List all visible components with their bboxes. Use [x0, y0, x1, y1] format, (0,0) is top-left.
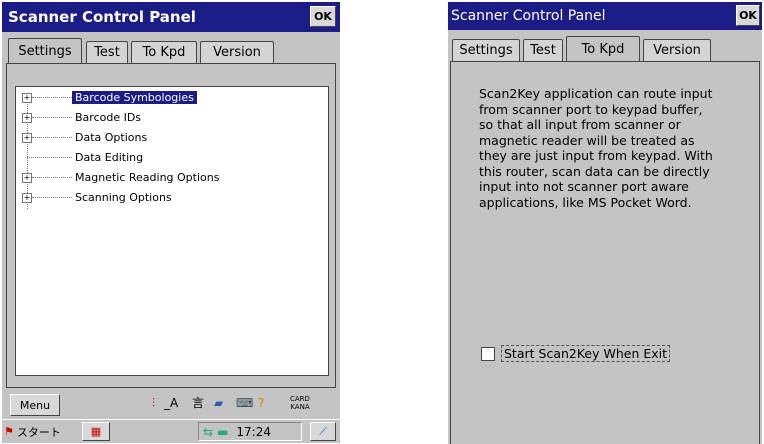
- scan2key-description: Scan2Key application can route input fro…: [479, 86, 713, 210]
- right-window-title: Scanner Control Panel: [451, 8, 606, 24]
- card-kana-indicator[interactable]: CARD KANA: [290, 395, 310, 411]
- tree-item-label: Data Editing: [75, 151, 144, 164]
- tree-item-magnetic-reading-options[interactable]: + Magnetic Reading Options: [16, 169, 326, 186]
- right-to-kpd-panel: Scan2Key application can route input fro…: [450, 61, 760, 444]
- connection-icon[interactable]: ⇆: [203, 425, 213, 439]
- expand-icon[interactable]: +: [22, 133, 32, 143]
- system-tray: ⇆ ▬ 17:24: [198, 422, 302, 441]
- left-tab-version[interactable]: Version: [200, 41, 274, 63]
- left-tab-to-kpd[interactable]: To Kpd: [131, 41, 197, 63]
- start-scan2key-checkbox[interactable]: [481, 347, 495, 361]
- tree-item-scanning-options[interactable]: + Scanning Options: [16, 189, 326, 206]
- command-bar: Menu ⫶ _A ⾔ ▰ ⌨ ? CARD KANA: [2, 392, 340, 418]
- settings-tree[interactable]: + Barcode Symbologies + Barcode IDs + Da…: [15, 86, 329, 376]
- tree-item-label: Magnetic Reading Options: [75, 171, 220, 184]
- left-scanner-window: Scanner Control Panel OK Settings Test T…: [2, 2, 340, 443]
- keyboard-icon[interactable]: ⌨: [236, 397, 253, 409]
- tree-item-label: Barcode Symbologies: [72, 91, 197, 104]
- right-tab-test[interactable]: Test: [523, 39, 563, 61]
- memo-icon[interactable]: ▰: [214, 397, 223, 409]
- left-ok-button[interactable]: OK: [310, 6, 336, 27]
- right-tab-to-kpd[interactable]: To Kpd: [566, 36, 640, 61]
- tree-item-label: Barcode IDs: [75, 111, 142, 124]
- kanji-input-icon[interactable]: ⾔: [192, 397, 204, 409]
- help-icon[interactable]: ?: [258, 397, 264, 409]
- right-scanner-window: Scanner Control Panel OK Settings Test T…: [448, 2, 762, 444]
- pen-icon[interactable]: ⫶: [152, 397, 155, 409]
- tree-item-label: Data Options: [75, 131, 148, 144]
- taskbar-app-button[interactable]: ▦: [82, 422, 110, 441]
- font-icon[interactable]: _A: [164, 397, 178, 409]
- right-ok-button[interactable]: OK: [736, 5, 760, 26]
- left-titlebar: Scanner Control Panel OK: [2, 2, 340, 32]
- expand-icon[interactable]: +: [22, 173, 32, 183]
- right-tab-version[interactable]: Version: [643, 39, 711, 61]
- menu-button[interactable]: Menu: [10, 394, 60, 416]
- tree-item-barcode-symbologies[interactable]: + Barcode Symbologies: [16, 89, 326, 106]
- expand-icon[interactable]: +: [22, 193, 32, 203]
- left-window-title: Scanner Control Panel: [8, 8, 196, 26]
- expand-icon[interactable]: +: [22, 113, 32, 123]
- desktop-button[interactable]: ⟋: [310, 422, 336, 441]
- right-titlebar: Scanner Control Panel OK: [448, 2, 762, 30]
- start-scan2key-label: Start Scan2Key When Exit: [501, 345, 671, 362]
- tree-item-data-editing[interactable]: Data Editing: [16, 149, 326, 166]
- battery-icon[interactable]: ▬: [217, 425, 228, 439]
- tree-item-label: Scanning Options: [75, 191, 172, 204]
- tree-item-barcode-ids[interactable]: + Barcode IDs: [16, 109, 326, 126]
- left-tab-test[interactable]: Test: [86, 41, 128, 63]
- expand-icon[interactable]: +: [22, 93, 32, 103]
- left-settings-panel: + Barcode Symbologies + Barcode IDs + Da…: [6, 63, 336, 388]
- start-button[interactable]: ⚑ スタート: [4, 422, 61, 441]
- left-tab-settings[interactable]: Settings: [8, 38, 82, 63]
- tree-item-data-options[interactable]: + Data Options: [16, 129, 326, 146]
- start-scan2key-option[interactable]: Start Scan2Key When Exit: [479, 344, 719, 366]
- right-tab-settings[interactable]: Settings: [452, 39, 520, 61]
- clock[interactable]: 17:24: [236, 425, 271, 439]
- taskbar: ⚑ スタート ▦ ⇆ ▬ 17:24 ⟋: [2, 419, 340, 443]
- windows-flag-icon: ⚑: [4, 425, 14, 438]
